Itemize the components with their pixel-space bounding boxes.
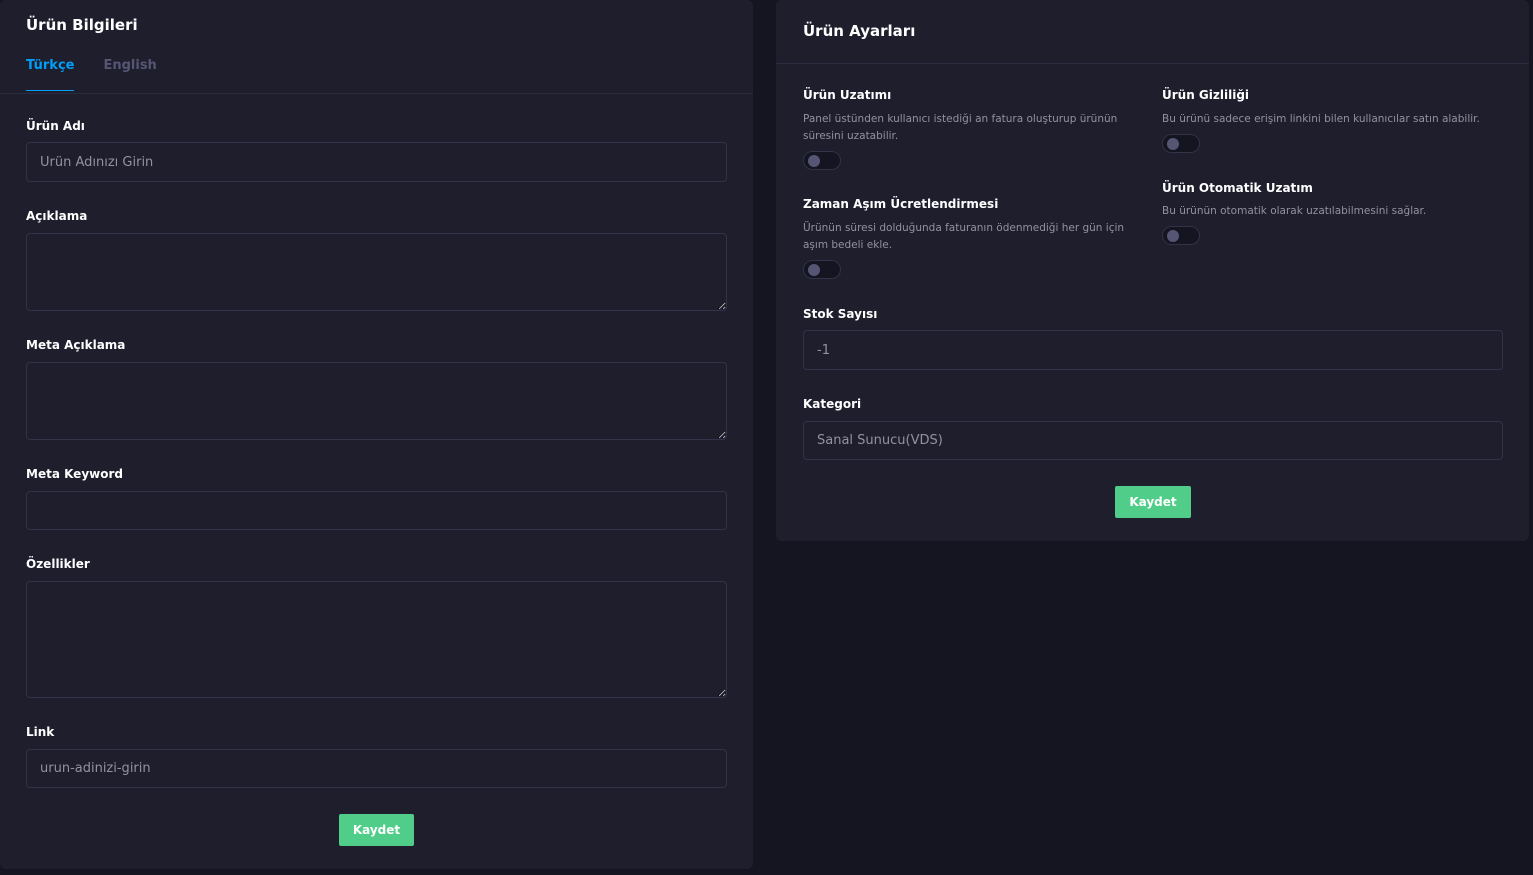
privacy-setting-desc: Bu ürünü sadece erişim linkini bilen kul… bbox=[1162, 113, 1480, 125]
product-info-title: Ürün Bilgileri bbox=[26, 16, 138, 34]
overdue-setting-title: Zaman Aşım Ücretlendirmesi bbox=[803, 197, 999, 211]
settings-save-button[interactable]: Kaydet bbox=[1115, 486, 1191, 518]
category-label: Kategori bbox=[803, 397, 862, 411]
link-input[interactable] bbox=[26, 749, 727, 788]
meta-description-textarea[interactable] bbox=[26, 362, 727, 440]
product-settings-title: Ürün Ayarları bbox=[803, 22, 916, 40]
features-label: Özellikler bbox=[26, 557, 90, 571]
description-label: Açıklama bbox=[26, 209, 88, 223]
settings-header-divider bbox=[776, 63, 1529, 64]
toggle-knob bbox=[808, 155, 820, 167]
toggle-knob bbox=[808, 264, 820, 276]
overdue-toggle[interactable] bbox=[803, 260, 841, 279]
meta-keyword-input[interactable] bbox=[26, 491, 727, 530]
product-name-label: Ürün Adı bbox=[26, 119, 85, 133]
features-textarea[interactable] bbox=[26, 581, 727, 698]
product-info-card: Ürün Bilgileri Türkçe English Ürün Adı A… bbox=[0, 0, 753, 869]
extension-setting-title: Ürün Uzatımı bbox=[803, 88, 892, 102]
language-tabs: Türkçe English bbox=[26, 58, 157, 91]
stock-input[interactable] bbox=[803, 330, 1503, 370]
description-textarea[interactable] bbox=[26, 233, 727, 311]
category-select[interactable] bbox=[803, 421, 1503, 460]
link-label: Link bbox=[26, 725, 55, 739]
toggle-knob bbox=[1167, 230, 1179, 242]
toggle-knob bbox=[1167, 138, 1179, 150]
auto-extension-setting-title: Ürün Otomatik Uzatım bbox=[1162, 181, 1313, 195]
save-button[interactable]: Kaydet bbox=[339, 814, 414, 846]
meta-keyword-label: Meta Keyword bbox=[26, 467, 123, 481]
meta-description-label: Meta Açıklama bbox=[26, 338, 126, 352]
tab-english[interactable]: English bbox=[103, 58, 156, 91]
privacy-setting-title: Ürün Gizliliği bbox=[1162, 88, 1250, 102]
auto-extension-setting-desc: Bu ürünün otomatik olarak uzatılabilmesi… bbox=[1162, 205, 1427, 217]
auto-extension-toggle[interactable] bbox=[1162, 226, 1200, 245]
privacy-toggle[interactable] bbox=[1162, 134, 1200, 153]
extension-toggle[interactable] bbox=[803, 151, 841, 170]
stock-label: Stok Sayısı bbox=[803, 307, 878, 321]
product-name-input[interactable] bbox=[26, 142, 727, 182]
tab-turkish[interactable]: Türkçe bbox=[26, 58, 75, 91]
product-settings-card: Ürün Ayarları Ürün Uzatımı Panel üstünde… bbox=[776, 0, 1529, 541]
tabs-divider bbox=[0, 93, 753, 94]
overdue-setting-desc: Ürünün süresi dolduğunda faturanın ödenm… bbox=[803, 222, 1125, 251]
extension-setting-desc: Panel üstünden kullanıcı istediği an fat… bbox=[803, 113, 1118, 142]
